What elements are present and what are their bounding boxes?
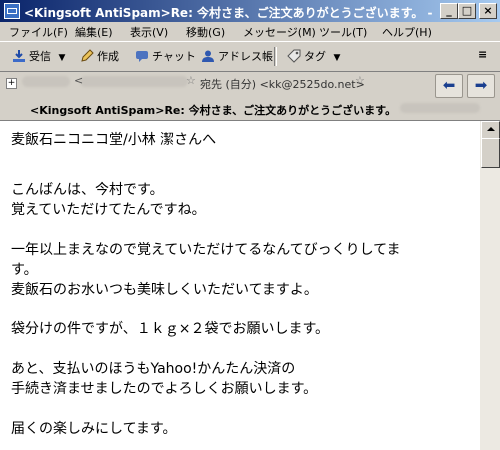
compose-button[interactable]: 作成	[80, 48, 119, 65]
menu-help[interactable]: ヘルプ(H)	[382, 24, 432, 40]
scroll-thumb[interactable]	[481, 138, 500, 168]
reply-button[interactable]: ⬅	[435, 74, 463, 98]
address-book-label: アドレス帳	[218, 50, 273, 63]
menu-message[interactable]: メッセージ(M)	[243, 24, 316, 40]
menu-file[interactable]: ファイル(F)	[9, 24, 68, 40]
maximize-button[interactable]: □	[458, 3, 476, 19]
body-line: 一年以上まえなので覚えていただけてるなんてびっくりしてま	[11, 242, 401, 258]
body-line: 麦飯石ニコニコ堂/小林 潔さんへ	[11, 132, 217, 148]
to-field: 宛先 (自分) <kk@2525do.net>	[200, 78, 365, 91]
compose-label: 作成	[97, 50, 119, 63]
thunderbird-icon	[4, 3, 20, 19]
body-line: 麦飯石のお水いつも美味しくいただいてますよ。	[11, 282, 318, 298]
body-line: 手続き済ませましたのでよろしくお願いします。	[11, 381, 318, 397]
window-title: <Kingsoft AntiSpam>Re: 今村さま、ご注文ありがとうございま…	[24, 6, 434, 20]
sender-address-redacted	[80, 76, 188, 87]
toolbar-separator	[274, 47, 277, 66]
message-body[interactable]: 麦飯石ニコニコ堂/小林 潔さんへ こんばんは、今村です。 覚えていただけてたんで…	[0, 120, 480, 450]
minimize-button[interactable]: _	[440, 3, 458, 19]
chat-button[interactable]: チャット	[135, 48, 196, 65]
vertical-scrollbar[interactable]	[480, 120, 500, 450]
menu-view[interactable]: 表示(V)	[130, 24, 168, 40]
contact-icon	[202, 50, 214, 62]
menu-bar: ファイル(F) 編集(E) 表示(V) 移動(G) メッセージ(M) ツール(T…	[0, 22, 500, 40]
sender-star-icon[interactable]: ☆	[186, 74, 196, 87]
menu-tools[interactable]: ツール(T)	[319, 24, 367, 40]
recipient-star-icon[interactable]: ☆	[355, 74, 365, 87]
title-bar: <Kingsoft AntiSpam>Re: 今村さま、ご注文ありがとうございま…	[0, 0, 500, 22]
more-icon[interactable]: ≡	[478, 48, 487, 65]
body-line: 覚えていただけてたんですね。	[11, 202, 206, 218]
receive-button[interactable]: 受信 ▼	[12, 48, 65, 65]
close-button[interactable]: ×	[479, 3, 497, 19]
body-line: こんばんは、今村です。	[11, 182, 164, 198]
scroll-up-button[interactable]	[481, 121, 500, 139]
tag-dropdown-icon[interactable]: ▼	[334, 53, 341, 63]
expand-header-icon[interactable]: +	[6, 78, 17, 89]
date-redacted	[400, 103, 480, 113]
menu-edit[interactable]: 編集(E)	[75, 24, 113, 40]
forward-button[interactable]: ➡	[467, 74, 495, 98]
body-line: す。	[11, 262, 38, 278]
main-toolbar: 受信 ▼ 作成 チャット アドレス帳 タグ ▼ ≡	[0, 41, 500, 72]
receive-label: 受信	[29, 50, 51, 63]
pencil-icon	[81, 49, 94, 62]
address-book-button[interactable]: アドレス帳	[201, 48, 273, 65]
arrow-up-icon	[487, 127, 495, 131]
body-line: 袋分けの件ですが、１ｋｇ×２袋でお願いします。	[11, 321, 330, 337]
chat-label: チャット	[152, 50, 196, 63]
chat-icon	[136, 51, 148, 62]
tag-label: タグ	[304, 50, 326, 63]
message-header: + < ☆ 宛先 (自分) <kk@2525do.net> ☆ ⬅ ➡ <Kin…	[0, 71, 500, 119]
tag-icon	[287, 49, 301, 63]
body-line: あと、支払いのほうもYahoo!かんたん決済の	[11, 361, 296, 377]
sender-bracket-open: <	[74, 74, 84, 87]
receive-dropdown-icon[interactable]: ▼	[59, 53, 66, 63]
menu-go[interactable]: 移動(G)	[186, 24, 225, 40]
tag-button[interactable]: タグ ▼	[287, 48, 340, 65]
download-icon	[13, 50, 25, 62]
subject-line: <Kingsoft AntiSpam>Re: 今村さま、ご注文ありがとうございま…	[30, 104, 397, 117]
forward-arrow-icon: ➡	[474, 76, 488, 94]
sender-name-redacted	[22, 76, 70, 87]
body-line: 届くの楽しみにしてます。	[11, 421, 177, 437]
reply-arrow-icon: ⬅	[442, 76, 456, 94]
